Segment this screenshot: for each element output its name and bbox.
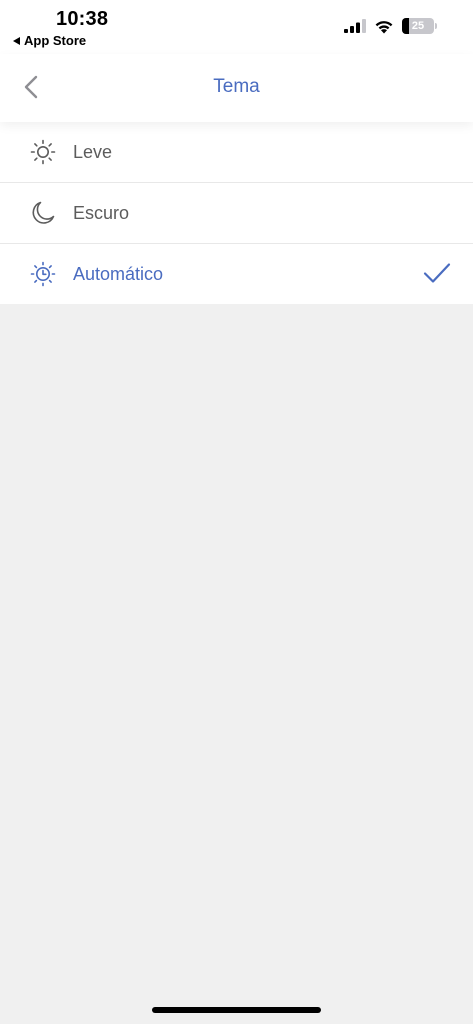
theme-option-escuro[interactable]: Escuro <box>0 183 473 244</box>
sun-clock-icon <box>30 261 56 287</box>
theme-option-label: Escuro <box>73 202 130 223</box>
battery-percent: 25 <box>411 20 425 32</box>
theme-option-label: Automático <box>73 263 164 284</box>
status-icons: 25 <box>344 18 437 34</box>
cellular-signal-icon <box>344 19 366 33</box>
sun-icon <box>30 139 56 165</box>
back-triangle-icon <box>13 36 20 45</box>
theme-option-label: Leve <box>73 141 113 162</box>
status-time: 10:38 <box>56 8 109 30</box>
theme-option-leve[interactable]: Leve <box>0 122 473 183</box>
back-to-app-store-link[interactable]: App Store <box>13 33 86 48</box>
checkmark-icon <box>423 263 451 283</box>
theme-options-list: Leve Escuro Automático <box>0 122 473 304</box>
back-app-label: App Store <box>24 33 87 48</box>
theme-option-automatico[interactable]: Automático <box>0 244 473 304</box>
status-bar: 10:38 App Store 25 <box>0 0 473 54</box>
moon-icon <box>30 200 56 226</box>
home-indicator[interactable] <box>152 1007 321 1013</box>
page-title: Tema <box>213 76 260 97</box>
battery-icon: 25 <box>402 18 434 34</box>
navigation-bar: Tema <box>0 54 473 122</box>
wifi-icon <box>375 20 393 33</box>
